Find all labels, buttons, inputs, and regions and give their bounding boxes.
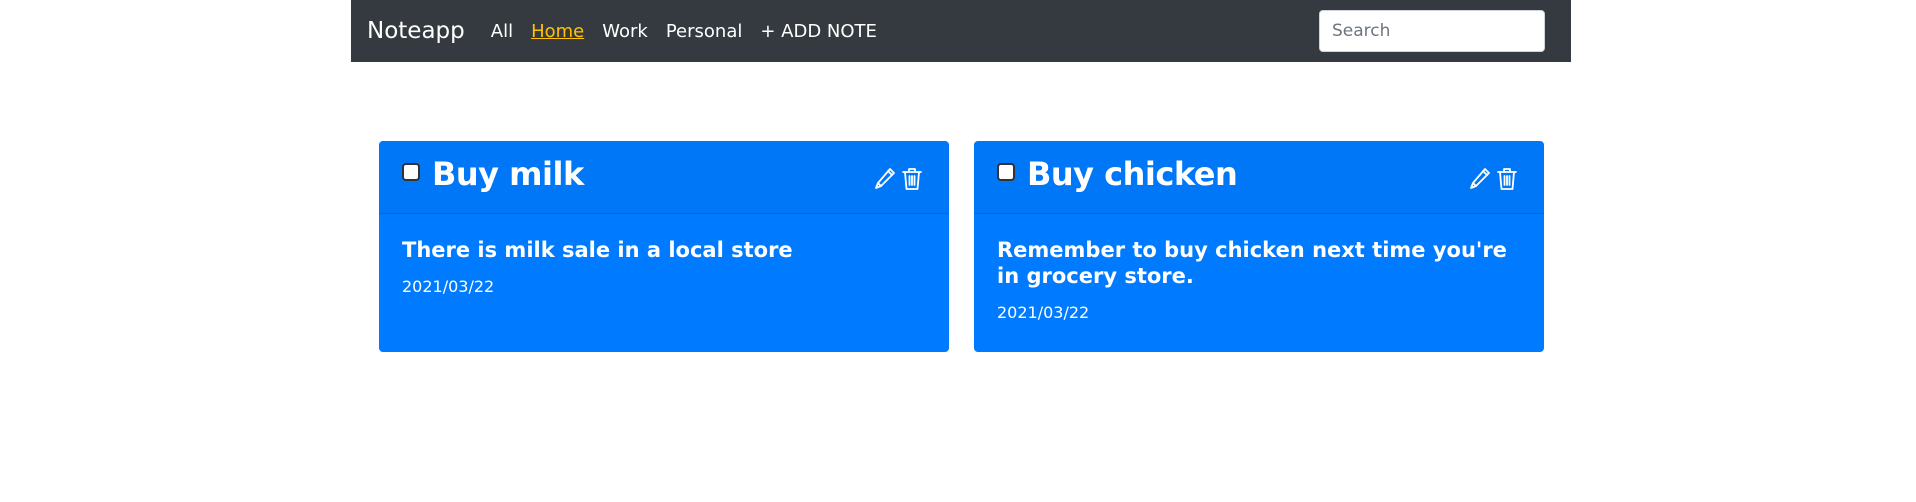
app-container: Noteapp All Home Work Personal + ADD NOT… [351, 0, 1571, 362]
search-input[interactable] [1319, 10, 1545, 52]
nav-link-all[interactable]: All [491, 21, 513, 42]
note-checkbox[interactable] [997, 163, 1015, 181]
nav-link-work[interactable]: Work [602, 21, 648, 42]
note-text: There is milk sale in a local store [402, 238, 793, 262]
note-card-body: There is milk sale in a local store 2021… [379, 214, 949, 318]
note-card: Buy milk There is milk sale in a local s… [379, 141, 949, 352]
add-note-link[interactable]: + ADD NOTE [760, 21, 877, 42]
nav-link-personal[interactable]: Personal [666, 21, 743, 42]
note-card-header: Buy chicken [974, 141, 1544, 214]
note-title: Buy milk [432, 155, 584, 193]
trash-icon[interactable] [1495, 166, 1519, 192]
note-date: 2021/03/22 [402, 277, 495, 296]
note-text: Remember to buy chicken next time you're… [997, 238, 1507, 288]
navbar: Noteapp All Home Work Personal + ADD NOT… [351, 0, 1571, 62]
brand-link[interactable]: Noteapp [367, 18, 465, 44]
notes-list: Buy milk There is milk sale in a local s… [351, 62, 1571, 362]
note-card-body: Remember to buy chicken next time you're… [974, 214, 1544, 344]
pencil-icon[interactable] [873, 166, 897, 192]
note-title: Buy chicken [1027, 155, 1238, 193]
note-checkbox[interactable] [402, 163, 420, 181]
trash-icon[interactable] [900, 166, 924, 192]
note-date: 2021/03/22 [997, 303, 1090, 322]
note-card-header: Buy milk [379, 141, 949, 214]
note-card: Buy chicken Remember to buy chicken next… [974, 141, 1544, 352]
nav-link-home[interactable]: Home [531, 21, 584, 42]
pencil-icon[interactable] [1468, 166, 1492, 192]
